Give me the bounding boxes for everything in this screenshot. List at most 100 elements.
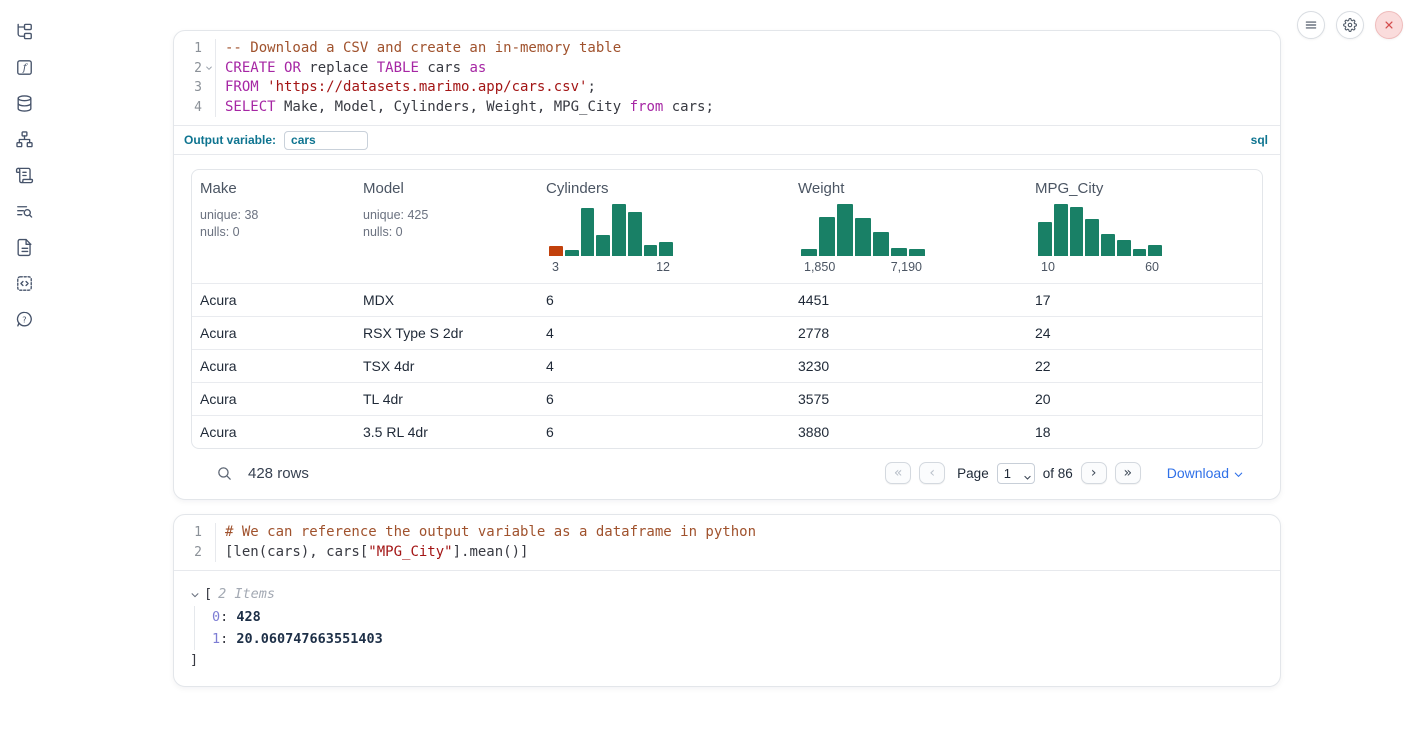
data-table-panel: Make unique: 38nulls: 0Modelunique: 425nu…: [174, 155, 1280, 487]
help-icon[interactable]: ?: [14, 310, 34, 329]
histogram-bar: [1038, 222, 1052, 256]
first-page-button[interactable]: «: [885, 462, 911, 484]
column-title[interactable]: Model: [363, 180, 530, 197]
list-item: 1: 20.060747663551403: [212, 628, 1264, 650]
output-variable-row: Output variable: sql: [174, 125, 1280, 155]
file-explorer-icon[interactable]: [14, 22, 34, 41]
shutdown-button[interactable]: [1375, 11, 1403, 39]
histogram-bar: [1070, 207, 1084, 256]
table-cell: Acura: [192, 325, 355, 341]
variables-icon[interactable]: f: [14, 58, 34, 77]
table-row[interactable]: AcuraMDX6445117: [192, 283, 1262, 316]
line-number: 1: [180, 523, 202, 543]
histogram-bar: [581, 208, 595, 256]
histogram-bar: [1148, 245, 1162, 256]
svg-text:?: ?: [22, 314, 26, 324]
table-row[interactable]: AcuraTSX 4dr4323022: [192, 349, 1262, 382]
menu-icon: [1304, 18, 1318, 32]
histogram-bar: [596, 235, 610, 256]
svg-text:f: f: [21, 62, 28, 74]
menu-button[interactable]: [1297, 11, 1325, 39]
gear-icon: [1343, 18, 1357, 32]
table-cell: TL 4dr: [355, 391, 538, 407]
window-controls: [1297, 11, 1403, 39]
table-row[interactable]: AcuraTL 4dr6357520: [192, 382, 1262, 415]
python-code-editor[interactable]: 1# We can reference the output variable …: [174, 515, 1280, 570]
sql-code-editor[interactable]: 1-- Download a CSV and create an in-memo…: [174, 31, 1280, 125]
prev-page-button[interactable]: ‹: [919, 462, 945, 484]
table-cell: 3.5 RL 4dr: [355, 424, 538, 440]
code-line[interactable]: 1# We can reference the output variable …: [180, 523, 1268, 543]
histogram-bar: [891, 248, 907, 256]
histogram-min-label: 1,850: [804, 260, 835, 274]
table-cell: TSX 4dr: [355, 358, 538, 374]
column-header: Modelunique: 425nulls: 0: [355, 170, 538, 283]
table-cell: Acura: [192, 358, 355, 374]
histogram-bar: [801, 249, 817, 256]
column-histogram: 1060: [1038, 204, 1162, 274]
documentation-icon[interactable]: [14, 238, 34, 257]
table-row[interactable]: AcuraRSX Type S 2dr4277824: [192, 316, 1262, 349]
page-total: of 86: [1043, 466, 1073, 481]
code-text: CREATE OR replace TABLE cars as: [215, 59, 486, 79]
output-variable-input[interactable]: [284, 131, 368, 150]
histogram-bar: [628, 212, 642, 256]
histogram-bar: [1117, 240, 1131, 256]
histogram-bar: [837, 204, 853, 256]
python-cell: 1# We can reference the output variable …: [173, 514, 1281, 687]
snippets-icon[interactable]: [14, 274, 34, 293]
code-line[interactable]: 4SELECT Make, Model, Cylinders, Weight, …: [180, 98, 1268, 118]
column-header: MPG_City 1060: [1027, 170, 1262, 283]
histogram-bar: [1054, 204, 1068, 256]
scratchpad-icon[interactable]: [14, 166, 34, 185]
histogram-bar: [1133, 249, 1147, 256]
download-button[interactable]: Download: [1167, 465, 1244, 481]
column-title[interactable]: MPG_City: [1035, 180, 1254, 197]
page-select[interactable]: 1: [997, 463, 1035, 484]
histogram-bar: [873, 232, 889, 256]
code-line[interactable]: 2[len(cars), cars["MPG_City"].mean()]: [180, 543, 1268, 563]
code-line[interactable]: 1-- Download a CSV and create an in-memo…: [180, 39, 1268, 59]
column-histogram: 312: [549, 204, 673, 274]
table-cell: Acura: [192, 292, 355, 308]
column-title[interactable]: Make: [200, 180, 347, 197]
code-text: -- Download a CSV and create an in-memor…: [215, 39, 621, 59]
output-variable-label: Output variable:: [184, 133, 276, 147]
line-number: 2: [180, 59, 202, 79]
line-number: 4: [180, 98, 202, 118]
close-icon: [1382, 18, 1396, 32]
column-title[interactable]: Cylinders: [546, 180, 782, 197]
collapse-chevron-icon[interactable]: [190, 590, 200, 600]
table-cell: 24: [1027, 325, 1262, 341]
code-text: FROM 'https://datasets.marimo.app/cars.c…: [215, 78, 596, 98]
search-icon[interactable]: [216, 465, 233, 482]
column-title[interactable]: Weight: [798, 180, 1019, 197]
column-stats: unique: 38nulls: 0: [200, 207, 347, 241]
close-bracket: ]: [190, 650, 1264, 670]
next-page-button[interactable]: ›: [1081, 462, 1107, 484]
histogram-bar: [855, 218, 871, 256]
table-cell: 4: [538, 325, 790, 341]
table-cell: 4451: [790, 292, 1027, 308]
table-cell: Acura: [192, 391, 355, 407]
last-page-button[interactable]: »: [1115, 462, 1141, 484]
settings-button[interactable]: [1336, 11, 1364, 39]
column-histogram: 1,8507,190: [801, 204, 925, 274]
fold-chevron-icon[interactable]: [202, 59, 215, 79]
table-cell: 6: [538, 292, 790, 308]
logs-icon[interactable]: [14, 202, 34, 221]
histogram-max-label: 12: [656, 260, 670, 274]
table-cell: 6: [538, 391, 790, 407]
datasources-icon[interactable]: [14, 94, 34, 113]
histogram-bar: [565, 250, 579, 256]
code-line[interactable]: 3FROM 'https://datasets.marimo.app/cars.…: [180, 78, 1268, 98]
chevron-down-icon: [1233, 467, 1244, 480]
code-line[interactable]: 2 CREATE OR replace TABLE cars as: [180, 59, 1268, 79]
table-cell: 3230: [790, 358, 1027, 374]
table-cell: 20: [1027, 391, 1262, 407]
items-count: 2 Items: [218, 584, 275, 605]
table-row[interactable]: Acura3.5 RL 4dr6388018: [192, 415, 1262, 448]
table-cell: 3880: [790, 424, 1027, 440]
histogram-bar: [612, 204, 626, 256]
dependency-graph-icon[interactable]: [14, 130, 34, 149]
